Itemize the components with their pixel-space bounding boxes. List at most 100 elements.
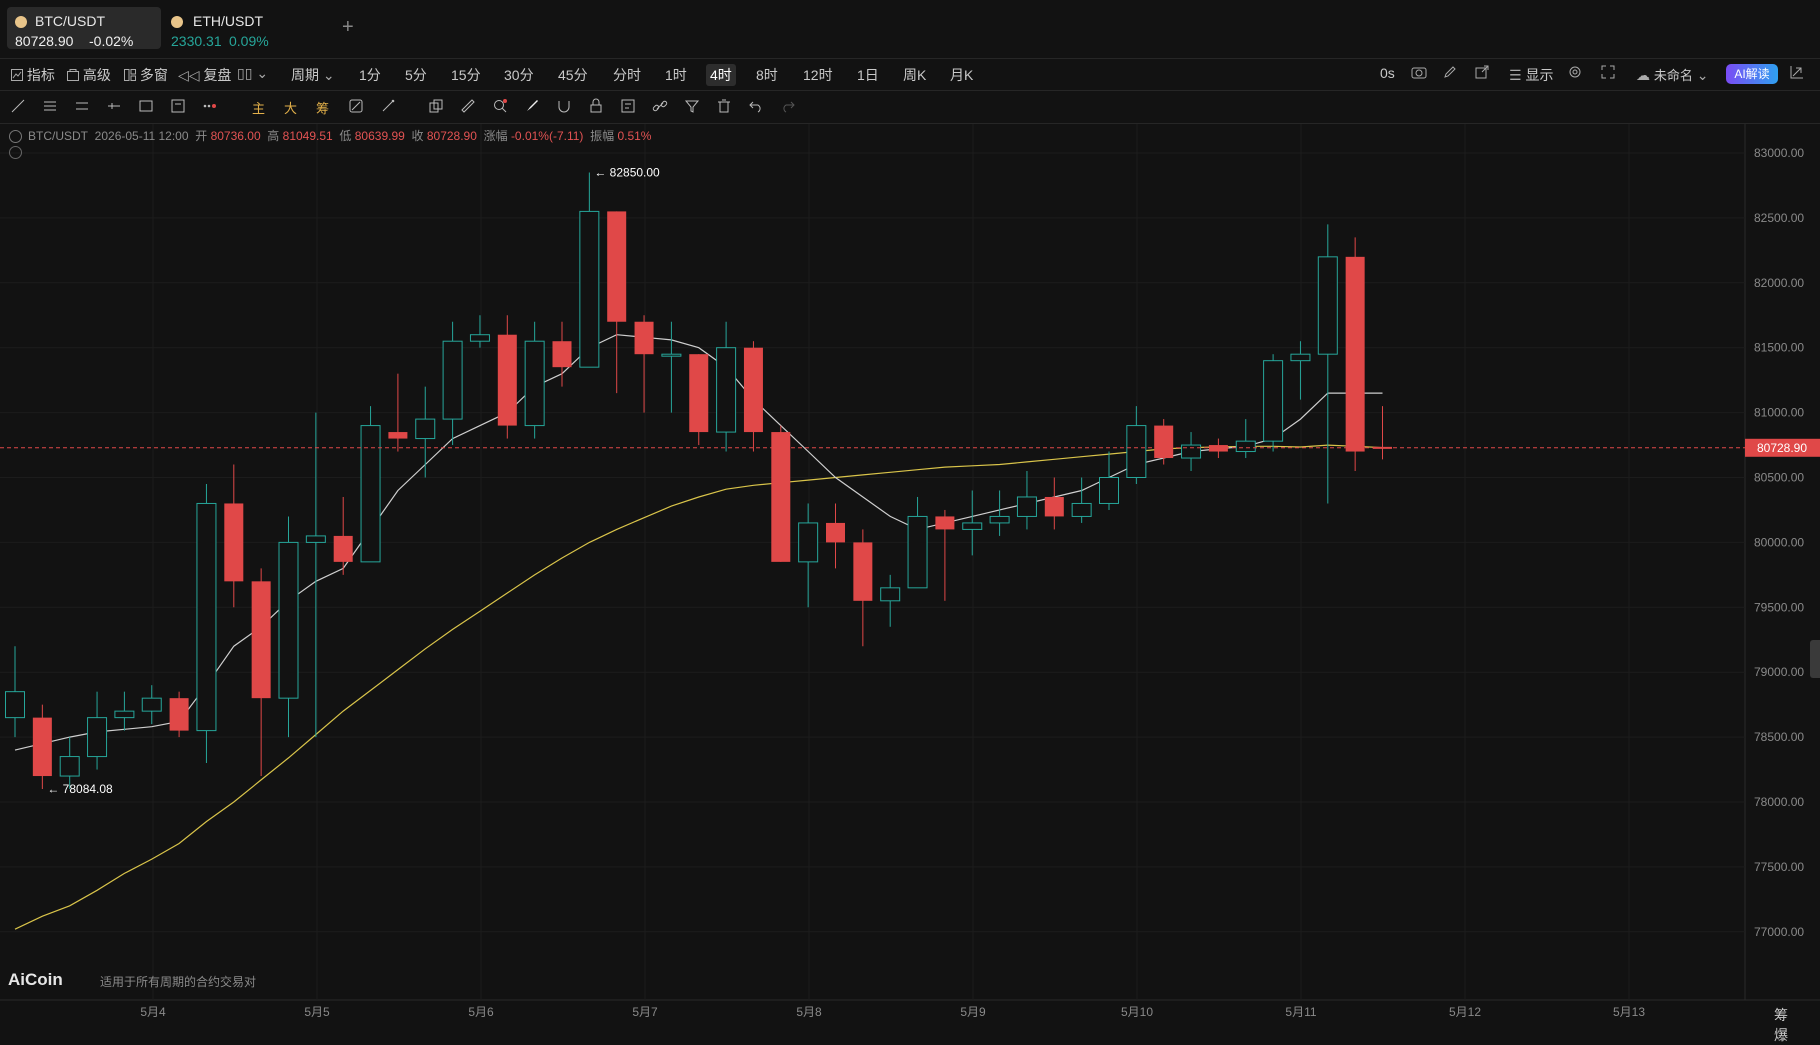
share-screen-icon[interactable]: [1475, 65, 1489, 82]
candle-body: [1071, 502, 1092, 517]
x-tick-label: 5月12: [1449, 1005, 1481, 1019]
add-tab-button[interactable]: +: [342, 16, 354, 39]
cloud-icon: ☁: [1636, 67, 1650, 83]
settings-gear-icon[interactable]: [1568, 65, 1582, 82]
brush-icon[interactable]: [524, 98, 540, 114]
candle-body: [1208, 445, 1228, 452]
multi-window-icon: [124, 69, 136, 81]
period-8h[interactable]: 8时: [756, 65, 778, 85]
tab-eth-usdt[interactable]: ETH/USDT 2330.31 0.09%: [163, 7, 313, 49]
display-button[interactable]: ☰ 显示: [1509, 65, 1553, 85]
x-tick-label: 5月10: [1121, 1005, 1153, 1019]
candle-body: [196, 502, 217, 732]
edit-list-icon[interactable]: [620, 98, 636, 114]
horizontal-ray-icon[interactable]: [106, 98, 122, 114]
period-1h[interactable]: 1时: [665, 65, 687, 85]
candle-body: [1235, 440, 1256, 453]
period-45m[interactable]: 45分: [558, 65, 588, 85]
candle-body: [141, 697, 162, 712]
side-panel-handle[interactable]: [1810, 640, 1820, 678]
period-1m[interactable]: 1分: [359, 65, 381, 85]
copy-icon[interactable]: [428, 98, 444, 114]
candle-body: [634, 321, 654, 355]
legend-low: 80639.99: [354, 129, 405, 143]
period-label: 周期: [291, 67, 319, 83]
candle-body: [32, 717, 52, 777]
period-4h[interactable]: 4时: [706, 64, 736, 86]
layout-dropdown[interactable]: ☁ 未命名 ⌄: [1636, 65, 1709, 84]
display-label: 显示: [1525, 67, 1554, 83]
tab-price: 80728.90: [15, 33, 74, 49]
big-order-toggle[interactable]: 大: [284, 98, 297, 116]
tab-change: -0.02%: [89, 33, 134, 49]
collapse-icon[interactable]: [9, 130, 22, 144]
y-tick-label: 77000.00: [1754, 925, 1804, 939]
share-icon[interactable]: [1790, 65, 1804, 82]
candle-body: [989, 515, 1010, 524]
replay-button[interactable]: ◁◁ 复盘: [178, 65, 231, 85]
zoom-icon[interactable]: [492, 98, 508, 114]
camera-icon[interactable]: [1411, 65, 1427, 82]
multi-window-label: 多窗: [139, 67, 168, 83]
expand-indicators-icon[interactable]: [9, 146, 22, 159]
ohlc-legend: BTC/USDT 2026-05-11 12:00 开 80736.00 高 8…: [9, 127, 651, 144]
parallel-channel-icon[interactable]: [74, 98, 90, 114]
period-week[interactable]: 周K: [903, 65, 926, 85]
filter-icon[interactable]: [684, 98, 700, 114]
period-12h[interactable]: 12时: [803, 65, 833, 85]
trash-icon[interactable]: [716, 98, 732, 114]
advanced-button[interactable]: 高级: [67, 65, 111, 85]
candle-body: [1044, 496, 1064, 517]
period-30m[interactable]: 30分: [504, 65, 534, 85]
more-tools-icon[interactable]: [202, 98, 218, 114]
magnet-icon[interactable]: [556, 98, 572, 114]
period-15m[interactable]: 15分: [451, 65, 481, 85]
x-tick-label: 5月7: [632, 1005, 658, 1019]
fullscreen-icon[interactable]: [1601, 65, 1615, 82]
candle-body: [278, 541, 299, 699]
watermark-note: 适用于所有周期的合约交易对: [100, 975, 257, 989]
period-1d[interactable]: 1日: [857, 65, 879, 85]
note-icon[interactable]: [170, 98, 186, 114]
candle-body: [853, 542, 873, 601]
magic-wand-icon[interactable]: [380, 98, 396, 114]
chip-toggle[interactable]: 筹: [316, 98, 329, 116]
period-timeline[interactable]: 分时: [613, 65, 641, 85]
rectangle-icon[interactable]: [138, 98, 154, 114]
price-chart[interactable]: 83000.00 82500.00 82000.00 81500.00 81000.00…: [0, 0, 1820, 1027]
x-tick-label: 5月9: [960, 1005, 986, 1019]
redo-icon[interactable]: [780, 98, 796, 114]
advanced-icon: [67, 69, 79, 81]
candle-body: [1099, 477, 1119, 504]
candle-body: [415, 418, 436, 440]
trend-line-icon[interactable]: [10, 98, 26, 114]
multi-window-button[interactable]: 多窗: [124, 65, 168, 85]
period-dropdown[interactable]: 周期 ⌄: [291, 65, 335, 85]
x-tick-label: 5月13: [1613, 1005, 1645, 1019]
candle-body: [716, 347, 737, 433]
candle-body: [497, 334, 517, 426]
ai-analysis-button[interactable]: AI解读: [1726, 64, 1778, 84]
chip-liquidation-toggle[interactable]: 筹 爆: [1774, 1005, 1820, 1045]
legend-close-label: 收: [411, 129, 424, 143]
ma-slow-line: [14, 444, 1383, 930]
period-5m[interactable]: 5分: [405, 65, 427, 85]
chart-type-dropdown[interactable]: ▯▯ ⌄: [237, 65, 268, 82]
countdown: 0s: [1380, 65, 1395, 81]
chevron-down-icon: ⌄: [322, 67, 335, 83]
undo-icon[interactable]: [748, 98, 764, 114]
compare-icon[interactable]: [348, 98, 364, 114]
period-month[interactable]: 月K: [950, 65, 973, 85]
tab-symbol: BTC/USDT: [35, 13, 105, 29]
candle-type-icon: ▯▯: [237, 65, 253, 81]
main-chart-toggle[interactable]: 主: [252, 98, 265, 116]
link-icon[interactable]: [652, 98, 668, 114]
pencil-icon[interactable]: [1443, 65, 1457, 82]
chart-toolbar: 指标 高级 多窗 ◁◁ 复盘 ▯▯ ⌄ 周期 ⌄ 1分 5分 15分 30分 4…: [0, 59, 1820, 91]
horizontal-lines-icon[interactable]: [42, 98, 58, 114]
indicator-button[interactable]: 指标: [11, 65, 55, 85]
lock-icon[interactable]: [588, 98, 604, 114]
ruler-icon[interactable]: [460, 98, 476, 114]
legend-amp: 0.51%: [617, 129, 652, 143]
tab-btc-usdt[interactable]: BTC/USDT 80728.90 -0.02%: [7, 7, 161, 49]
